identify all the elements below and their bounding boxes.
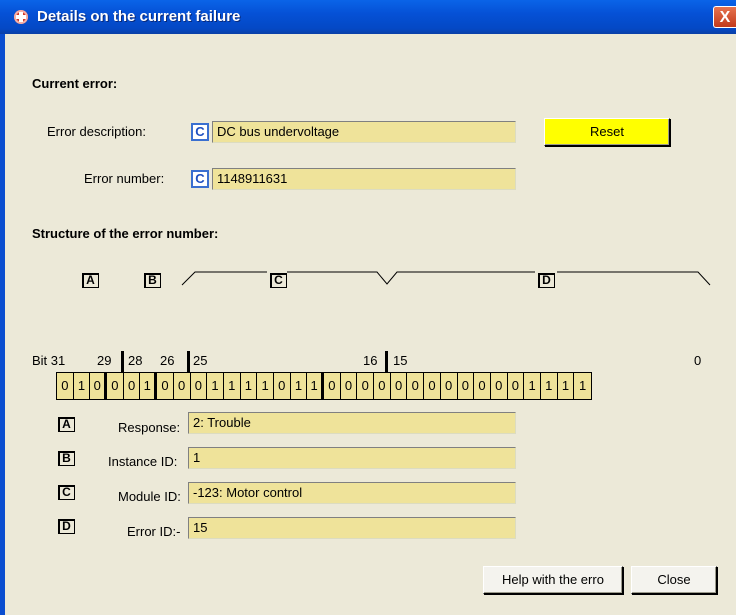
bit-cell: 0 <box>374 373 391 399</box>
module-id-label: Module ID: <box>118 489 181 504</box>
error-description-label: Error description: <box>47 124 146 139</box>
bit-label-26: 26 <box>160 353 175 368</box>
bit-cell: 0 <box>324 373 341 399</box>
bit-cell: 1 <box>140 373 158 399</box>
bit-label-29: 29 <box>97 353 112 368</box>
reset-button[interactable]: Reset <box>544 118 670 146</box>
group-c-label: C <box>270 273 287 288</box>
bit-cell: 0 <box>491 373 508 399</box>
app-icon <box>14 10 28 24</box>
current-error-heading: Current error: <box>32 76 118 91</box>
error-description-field[interactable]: DC bus undervoltage <box>212 121 516 143</box>
bit-cell: 1 <box>291 373 308 399</box>
error-number-label: Error number: <box>84 171 165 186</box>
title-bar[interactable]: Details on the current failure X <box>0 0 736 34</box>
separator-tick-28 <box>121 351 124 372</box>
bit-cell: 0 <box>124 373 141 399</box>
field-a-tag: A <box>58 417 75 432</box>
bit-cell: 0 <box>107 373 124 399</box>
bit-cell: 0 <box>391 373 408 399</box>
bit-label-28: 28 <box>128 353 143 368</box>
instance-id-field[interactable]: 1 <box>188 447 516 469</box>
bit-cell: 0 <box>174 373 191 399</box>
bit-label-16: 16 <box>363 353 378 368</box>
bit-cell: 0 <box>407 373 425 399</box>
error-bit-field: 01000100011110110000000000001111 <box>56 372 592 400</box>
response-field[interactable]: 2: Trouble <box>188 412 516 434</box>
bit-cell: 0 <box>508 373 525 399</box>
module-id-field[interactable]: -123: Motor control <box>188 482 516 504</box>
close-window-button[interactable]: X <box>713 6 736 28</box>
window-title: Details on the current failure <box>37 8 241 25</box>
bit-label-0: 0 <box>694 353 702 368</box>
bit-cell: 1 <box>207 373 224 399</box>
bit-cell: 1 <box>524 373 541 399</box>
bit-cell: 1 <box>257 373 274 399</box>
error-id-field[interactable]: 15 <box>188 517 516 539</box>
close-button[interactable]: Close <box>631 566 717 594</box>
bit-cell: 0 <box>458 373 475 399</box>
bit-cell: 0 <box>341 373 358 399</box>
c-badge-description: C <box>191 123 209 141</box>
bit-cell: 0 <box>357 373 375 399</box>
bit-cell: 0 <box>157 373 174 399</box>
field-c-tag: C <box>58 485 75 500</box>
field-b-tag: B <box>58 451 75 466</box>
response-label: Response: <box>118 420 181 435</box>
error-number-field[interactable]: 1148911631 <box>212 168 516 190</box>
group-d-label: D <box>538 273 555 288</box>
structure-heading: Structure of the error number: <box>32 226 219 241</box>
instance-id-label: Instance ID: <box>108 454 178 469</box>
c-badge-number: C <box>191 170 209 188</box>
bit-cell: 0 <box>424 373 441 399</box>
bit-cell: 0 <box>274 373 291 399</box>
error-id-label: Error ID:- <box>127 524 181 539</box>
bit-cell: 1 <box>241 373 258 399</box>
separator-tick-25 <box>187 351 190 372</box>
bit-cell: 1 <box>74 373 91 399</box>
help-button[interactable]: Help with the erro <box>483 566 623 594</box>
bit-label-15: 15 <box>393 353 408 368</box>
bit-label-25: 25 <box>193 353 208 368</box>
dialog-body: Current error: Error description: C DC b… <box>5 34 736 615</box>
field-d-tag: D <box>58 519 75 534</box>
bit-group-braces <box>181 271 711 286</box>
bit-cell: 1 <box>224 373 241 399</box>
bit-cell: 0 <box>441 373 458 399</box>
bit-cell: 0 <box>57 373 74 399</box>
bit-label-31: Bit 31 <box>32 353 66 368</box>
bit-cell: 0 <box>90 373 108 399</box>
bit-cell: 1 <box>541 373 558 399</box>
bit-cell: 1 <box>307 373 324 399</box>
bit-cell: 0 <box>474 373 491 399</box>
bit-cell: 1 <box>558 373 575 399</box>
bit-cell: 1 <box>579 378 587 393</box>
bit-cell: 0 <box>191 373 208 399</box>
separator-tick-15 <box>385 351 388 372</box>
